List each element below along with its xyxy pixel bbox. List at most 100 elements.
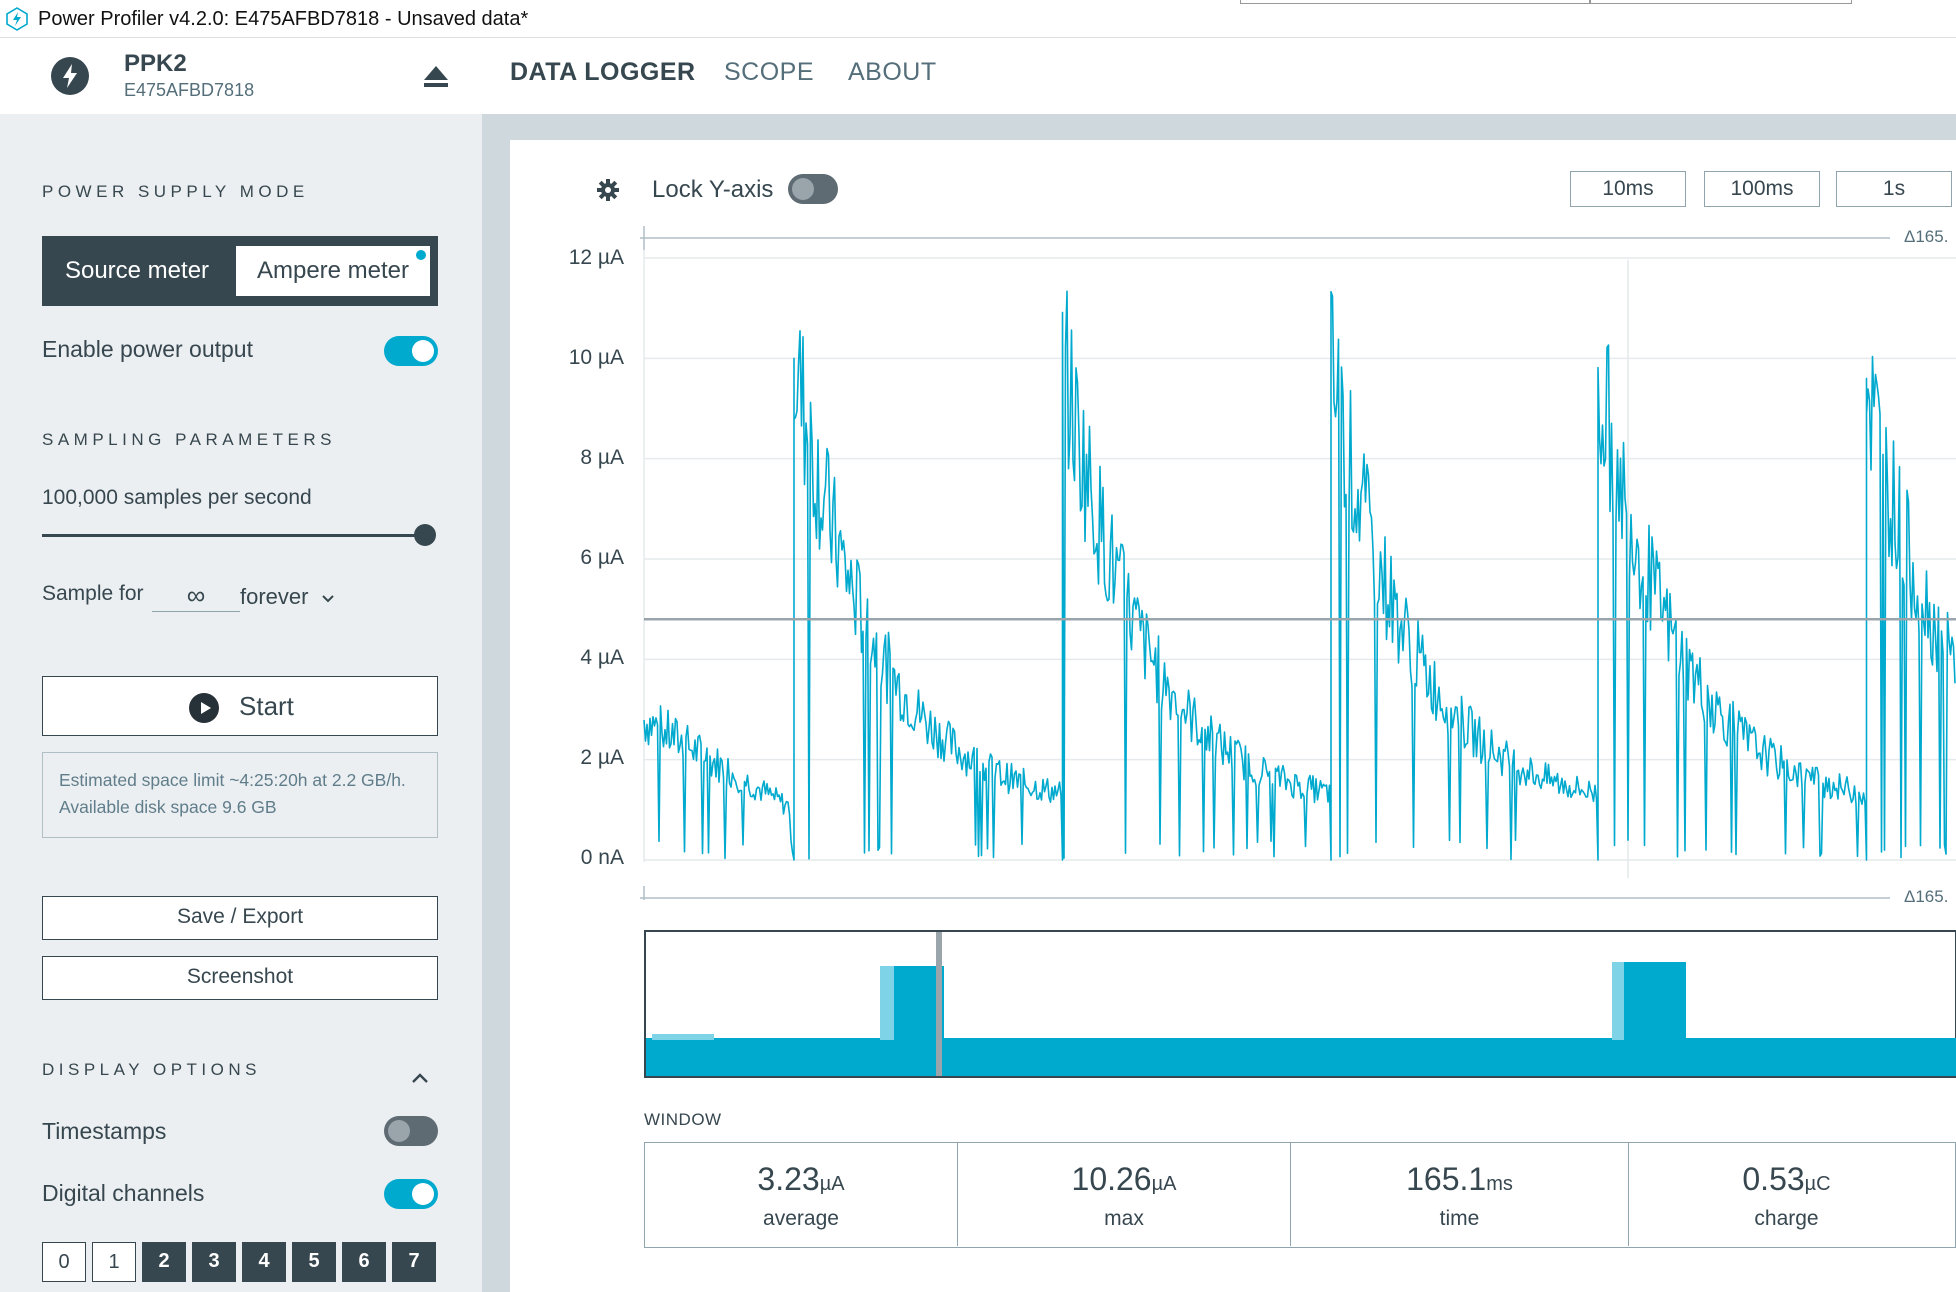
zoom-10ms-button[interactable]: 10ms <box>1570 171 1686 207</box>
screenshot-button[interactable]: Screenshot <box>42 956 438 1000</box>
selected-indicator <box>416 250 426 260</box>
tab-data-logger[interactable]: DATA LOGGER <box>510 58 696 87</box>
channel-3-button[interactable]: 3 <box>192 1242 236 1282</box>
minimap-pulse <box>1624 962 1686 1040</box>
lock-y-axis-label: Lock Y-axis <box>652 176 774 203</box>
space-info: Estimated space limit ~4:25:20h at 2.2 G… <box>42 752 438 838</box>
stat-charge: 0.53µC charge <box>1629 1143 1944 1246</box>
device-name: PPK2 <box>124 50 187 77</box>
stat-caption: time <box>1439 1207 1480 1230</box>
minimap-window-handle[interactable] <box>936 932 942 1076</box>
digital-channels-label: Digital channels <box>42 1180 205 1206</box>
sample-for-label: Sample for <box>42 582 144 605</box>
stat-unit: µC <box>1804 1173 1831 1195</box>
sample-rate-slider-handle[interactable] <box>414 524 436 546</box>
channel-2-button[interactable]: 2 <box>142 1242 186 1282</box>
chevron-up-icon[interactable] <box>410 1068 430 1088</box>
channel-4-button[interactable]: 4 <box>242 1242 286 1282</box>
window-title: Power Profiler v4.2.0: E475AFBD7818 - Un… <box>38 8 529 30</box>
channel-1-button[interactable]: 1 <box>92 1242 136 1282</box>
window-label: WINDOW <box>644 1110 722 1129</box>
stat-number: 10.26 <box>1071 1161 1152 1197</box>
start-label: Start <box>239 691 294 721</box>
stat-value: 165.1ms <box>1291 1161 1628 1198</box>
y-tick-label: 2 µA <box>580 746 624 769</box>
minimap-pulse-edge <box>1612 962 1624 1040</box>
device-power-icon[interactable] <box>51 57 89 95</box>
minimap[interactable] <box>644 930 1956 1078</box>
zoom-100ms-button[interactable]: 100ms <box>1704 171 1820 207</box>
stat-number: 0.53 <box>1742 1161 1805 1197</box>
stat-caption: max <box>1104 1207 1144 1230</box>
stat-value: 3.23µA <box>645 1161 957 1198</box>
power-mode-switch: Source meter Ampere meter <box>42 236 438 306</box>
stat-unit: µA <box>1151 1173 1177 1195</box>
stat-value: 0.53µC <box>1629 1161 1944 1198</box>
lock-y-axis-toggle[interactable] <box>788 174 838 204</box>
ampere-meter-button[interactable]: Ampere meter <box>236 246 430 296</box>
y-tick-label: 8 µA <box>580 446 624 469</box>
minimap-shade <box>652 1034 714 1040</box>
source-meter-button[interactable]: Source meter <box>42 246 232 296</box>
toggle-knob <box>388 1120 410 1142</box>
top-edge-control <box>1240 0 1590 4</box>
ampere-meter-label: Ampere meter <box>256 257 410 284</box>
chevron-down-icon <box>321 595 334 603</box>
stat-time: 165.1ms time <box>1291 1143 1629 1246</box>
sample-duration-input[interactable]: ∞ <box>152 580 240 612</box>
stat-number: 165.1 <box>1406 1161 1487 1197</box>
sidebar: POWER SUPPLY MODE Source meter Ampere me… <box>0 114 482 1292</box>
chart-grid <box>643 250 1956 862</box>
delta-top-label: Δ165. <box>1898 227 1949 247</box>
gear-icon[interactable] <box>596 178 620 202</box>
channel-7-button[interactable]: 7 <box>392 1242 436 1282</box>
stat-number: 3.23 <box>757 1161 820 1197</box>
stat-value: 10.26µA <box>958 1161 1290 1198</box>
delta-bottom-label: Δ165. <box>1898 887 1949 907</box>
timestamps-label: Timestamps <box>42 1118 167 1144</box>
y-tick-label: 6 µA <box>580 546 624 569</box>
y-tick-label: 12 µA <box>568 246 624 269</box>
power-profiler-app-icon <box>6 7 28 31</box>
current-chart[interactable] <box>640 220 1956 900</box>
nav-bar: PPK2 E475AFBD7818 DATA LOGGER SCOPE ABOU… <box>0 38 1956 114</box>
tab-about[interactable]: ABOUT <box>848 58 937 87</box>
channel-0-button[interactable]: 0 <box>42 1242 86 1282</box>
eject-icon[interactable] <box>420 60 452 92</box>
timestamps-toggle[interactable] <box>384 1116 438 1146</box>
save-export-button[interactable]: Save / Export <box>42 896 438 940</box>
channel-5-button[interactable]: 5 <box>292 1242 336 1282</box>
display-options-title: DISPLAY OPTIONS <box>42 1060 261 1079</box>
device-serial: E475AFBD7818 <box>124 80 255 100</box>
start-button[interactable]: Start <box>42 676 438 736</box>
toggle-knob <box>792 178 814 200</box>
sample-rate-slider-track[interactable] <box>42 534 426 537</box>
tab-scope[interactable]: SCOPE <box>724 58 814 87</box>
digital-channels-toggle[interactable] <box>384 1179 438 1209</box>
stat-unit: µA <box>819 1173 845 1195</box>
stat-average: 3.23µA average <box>645 1143 958 1246</box>
sampling-parameters-title: SAMPLING PARAMETERS <box>42 430 336 449</box>
stat-caption: charge <box>1754 1207 1819 1230</box>
stats-box: 3.23µA average 10.26µA max 165.1ms time … <box>644 1142 1956 1248</box>
stat-caption: average <box>763 1207 839 1230</box>
channel-6-button[interactable]: 6 <box>342 1242 386 1282</box>
current-trace <box>643 290 1956 861</box>
minimap-pulse-edge <box>880 966 894 1040</box>
top-edge-control <box>1590 0 1852 4</box>
enable-power-output-toggle[interactable] <box>384 336 438 366</box>
minimap-baseline <box>646 1038 1956 1076</box>
sample-duration-unit-value: forever <box>240 584 309 609</box>
y-tick-label: 4 µA <box>580 646 624 669</box>
y-tick-label: 0 nA <box>580 846 624 869</box>
toggle-knob <box>412 1183 434 1205</box>
y-tick-label: 10 µA <box>568 346 624 369</box>
title-bar: Power Profiler v4.2.0: E475AFBD7818 - Un… <box>0 0 1956 38</box>
samples-per-second-label: 100,000 samples per second <box>42 486 312 509</box>
power-supply-mode-title: POWER SUPPLY MODE <box>42 182 309 201</box>
sample-duration-unit-select[interactable]: forever <box>240 584 340 614</box>
toggle-knob <box>412 340 434 362</box>
play-icon <box>189 693 219 723</box>
stat-unit: ms <box>1486 1173 1513 1195</box>
zoom-1s-button[interactable]: 1s <box>1836 171 1952 207</box>
